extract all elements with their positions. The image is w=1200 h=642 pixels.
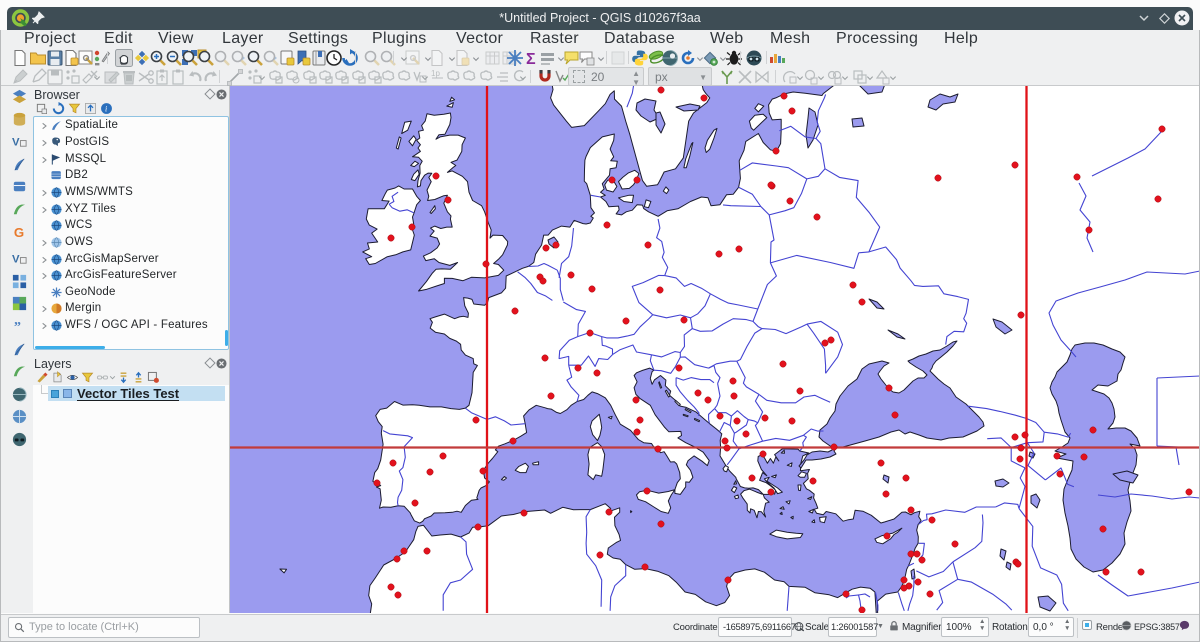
svg-text:1p: 1p bbox=[431, 69, 440, 78]
svg-text:V: V bbox=[12, 253, 20, 265]
svg-text:V: V bbox=[12, 136, 20, 148]
svg-text:Σ: Σ bbox=[526, 51, 536, 67]
svg-text:i: i bbox=[105, 104, 107, 113]
svg-text:”: ” bbox=[14, 319, 21, 335]
svg-text:G: G bbox=[14, 225, 24, 240]
